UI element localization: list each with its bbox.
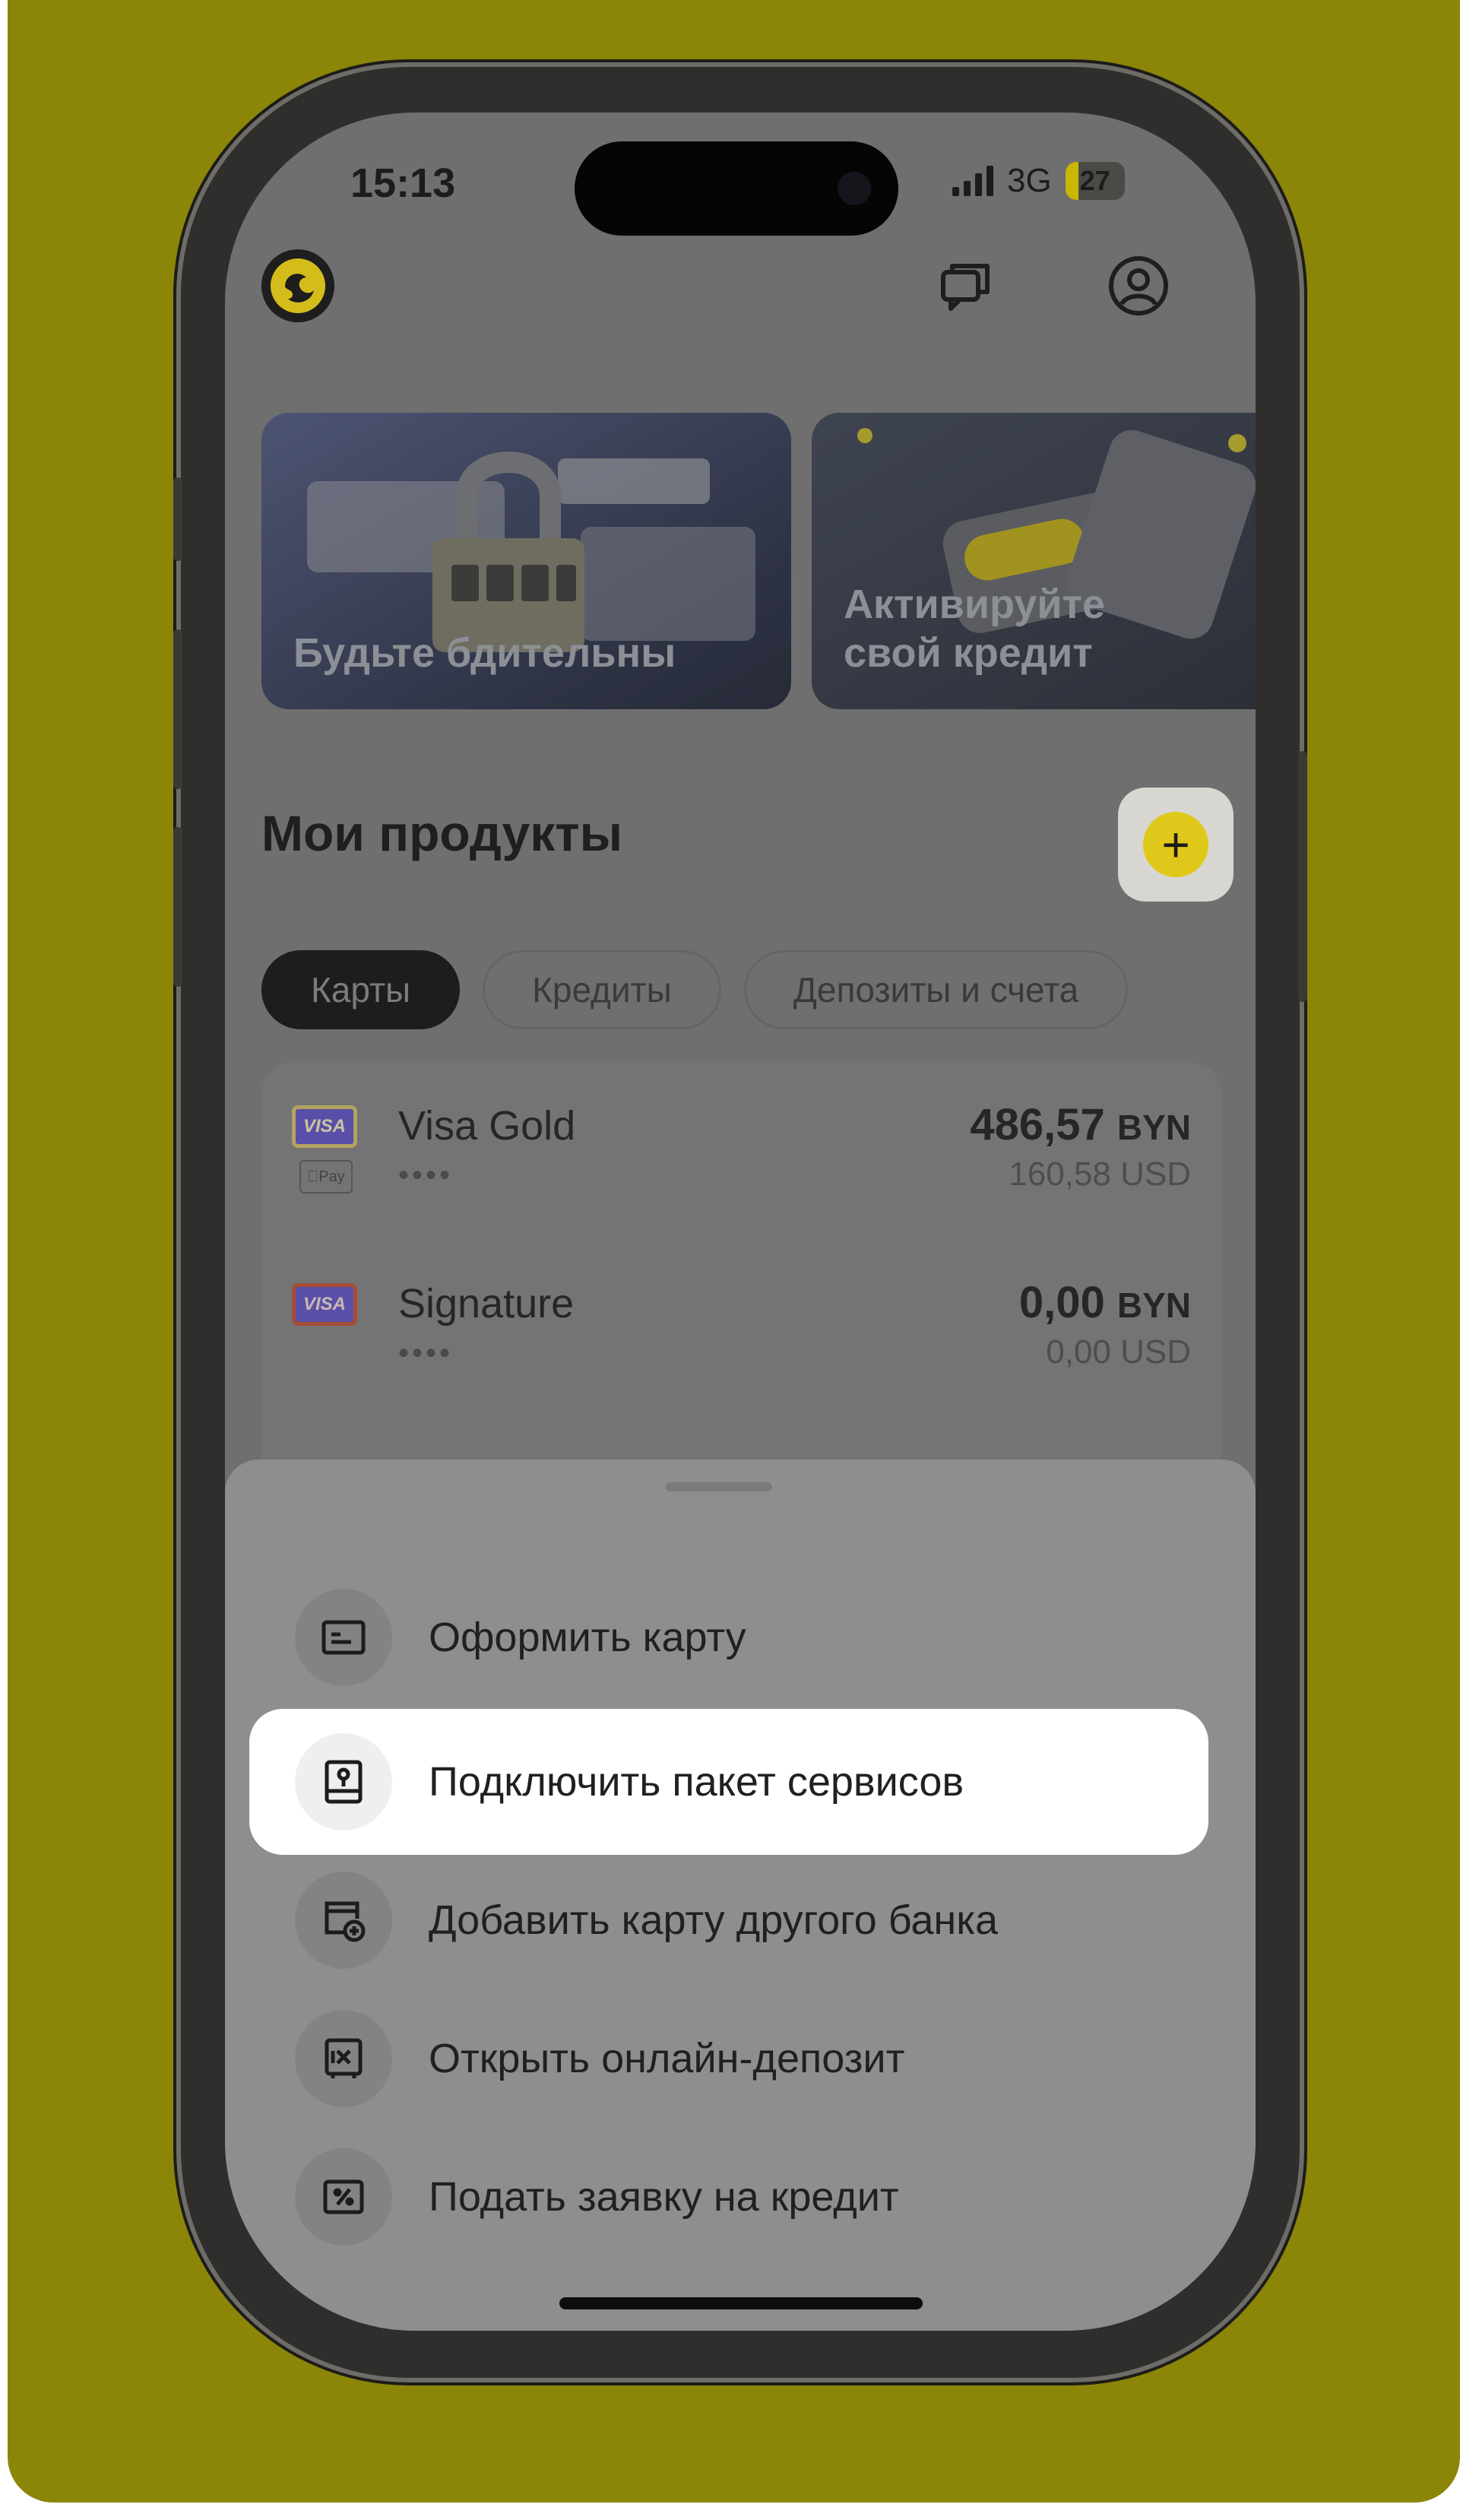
deposit-safe-icon [295,2010,392,2107]
banner-title: Активируйте свой кредит [844,582,1106,676]
bottom-sheet: Оформить карту Подключить пакет сервисов [225,1460,1256,2331]
add-card-icon [295,1872,392,1969]
volume-down-button [173,827,182,987]
menu-item-service-package[interactable]: Подключить пакет сервисов [249,1709,1208,1855]
products-title: Мои продукты [261,805,622,861]
menu-item-label: Добавить карту другого банка [429,1897,999,1943]
card-name: Visa Gold [398,1103,576,1149]
menu-item-label: Оформить карту [429,1615,746,1660]
tab-cards[interactable]: Карты [261,950,461,1029]
menu-item-credit-application[interactable]: Подать заявку на кредит [249,2124,1208,2270]
card-row-signature[interactable]: VISA Signature •••• 0,00 BYN 0,00 USD [261,1241,1221,1393]
card-icon [295,1589,392,1686]
home-indicator[interactable] [559,2297,923,2309]
power-button [1298,751,1307,1002]
banner-title: Будьте бдительны [293,630,676,676]
sheet-grabber[interactable] [666,1482,772,1491]
plus-icon: + [1143,812,1208,877]
banner-be-vigilant[interactable]: Будьте бдительны [261,413,791,709]
dynamic-island [575,141,898,236]
card-balance: 0,00 BYN [1018,1278,1191,1327]
product-tabs: Карты Кредиты Депозиты и счета [261,950,1129,1029]
service-package-icon [295,1733,392,1831]
tab-credits[interactable]: Кредиты [483,950,721,1029]
action-button [173,477,182,561]
visa-icon: VISA [292,1283,357,1326]
card-balance: 486,57 BYN [970,1100,1191,1149]
card-balance-usd: 0,00 USD [1046,1333,1191,1371]
apple-pay-icon: Pay [299,1160,353,1193]
add-product-button[interactable]: + [1118,788,1234,902]
menu-item-label: Открыть онлайн-депозит [429,2036,905,2081]
menu-item-label: Подключить пакет сервисов [429,1759,964,1805]
banner-activate-credit[interactable]: Активируйте свой кредит [812,413,1256,709]
card-mask: •••• [398,1159,454,1192]
menu-item-label: Подать заявку на кредит [429,2174,899,2220]
visa-icon: VISA [292,1105,357,1148]
phone-frame: 15:13 3G 27 Будьте бдительны Активируйте… [173,67,1307,2378]
camera-icon [838,172,871,205]
network-type: 3G [1007,162,1052,199]
menu-item-online-deposit[interactable]: Открыть онлайн-депозит [249,1986,1208,2132]
menu-item-add-other-bank-card[interactable]: Добавить карту другого банка [249,1847,1208,1993]
status-time: 15:13 [350,160,456,206]
tab-deposits[interactable]: Депозиты и счета [743,950,1129,1029]
chat-icon[interactable] [936,255,996,316]
volume-up-button [173,629,182,789]
card-mask: •••• [398,1336,454,1370]
status-indicators: 3G 27 [952,162,1125,200]
profile-icon[interactable] [1105,252,1172,319]
bank-logo-icon[interactable] [261,249,334,322]
signal-icon [952,166,993,196]
phone-screen: 15:13 3G 27 Будьте бдительны Активируйте… [225,113,1256,2331]
battery-icon: 27 [1065,162,1125,200]
cards-list: VISA Pay Visa Gold •••• 486,57 BYN 160,… [261,1063,1221,1519]
card-name: Signature [398,1281,575,1327]
card-row-visa-gold[interactable]: VISA Pay Visa Gold •••• 486,57 BYN 160,… [261,1063,1221,1215]
credit-percent-icon [295,2148,392,2246]
menu-item-order-card[interactable]: Оформить карту [249,1564,1208,1710]
card-balance-usd: 160,58 USD [1009,1155,1191,1193]
